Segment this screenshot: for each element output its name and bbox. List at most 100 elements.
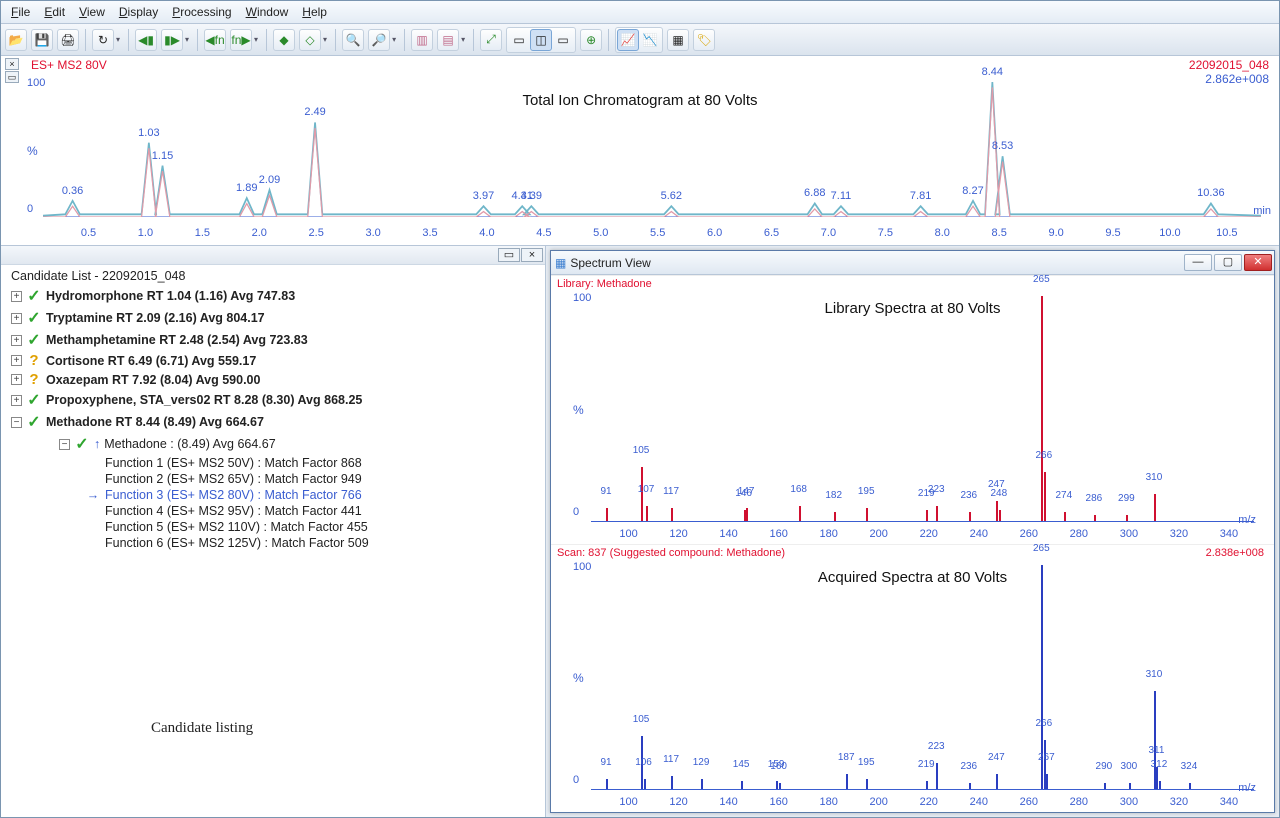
expand-icon[interactable]: + bbox=[11, 374, 22, 385]
chromatogram-panel: × ▭ ES+ MS2 80V 22092015_048 2.862e+008 … bbox=[1, 56, 1279, 246]
mass-peak-label: 311 bbox=[1148, 745, 1164, 756]
x-tick: 320 bbox=[1170, 528, 1188, 540]
function-item[interactable]: Function 4 (ES+ MS2 95V) : Match Factor … bbox=[11, 503, 539, 519]
chart-a-icon[interactable]: 📈 bbox=[617, 29, 639, 51]
candidate-item[interactable]: +✓Tryptamine RT 2.09 (2.16) Avg 804.17 bbox=[11, 307, 539, 329]
candidate-item[interactable]: +?Cortisone RT 6.49 (6.71) Avg 559.17 bbox=[11, 351, 539, 370]
mass-peak-label: 266 bbox=[1035, 718, 1052, 729]
x-tick: 160 bbox=[769, 796, 787, 808]
expand-icon[interactable]: + bbox=[11, 395, 22, 406]
y-tick: 100 bbox=[573, 561, 591, 573]
expand-icon[interactable]: + bbox=[11, 291, 22, 302]
menu-display[interactable]: Display bbox=[113, 3, 164, 21]
dropdown-caret-icon[interactable]: ▾ bbox=[183, 35, 191, 44]
dropdown-caret-icon[interactable]: ▾ bbox=[321, 35, 329, 44]
menu-edit[interactable]: Edit bbox=[38, 3, 71, 21]
menu-view[interactable]: View bbox=[73, 3, 111, 21]
dropdown-caret-icon[interactable]: ▾ bbox=[390, 35, 398, 44]
y-tick: 100 bbox=[573, 292, 591, 304]
dropdown-caret-icon[interactable]: ▾ bbox=[459, 35, 467, 44]
peak-label: 8.53 bbox=[992, 140, 1013, 152]
library-spectrum[interactable]: Library: Methadone Library Spectra at 80… bbox=[551, 275, 1274, 544]
x-tick: 0.5 bbox=[81, 227, 96, 239]
pane-c-icon[interactable]: ▭ bbox=[552, 29, 574, 51]
mass-peak-label: 182 bbox=[825, 490, 842, 501]
pane-a-icon[interactable]: ▭ bbox=[508, 29, 530, 51]
panel-dock-icon[interactable]: ▭ bbox=[498, 248, 520, 262]
peak-label: 7.81 bbox=[910, 190, 931, 202]
print-icon[interactable]: 🖨 bbox=[57, 29, 79, 51]
expand-icon[interactable]: − bbox=[11, 417, 22, 428]
x-tick: 180 bbox=[819, 528, 837, 540]
function-item[interactable]: →Function 3 (ES+ MS2 80V) : Match Factor… bbox=[11, 487, 539, 503]
check-icon: ✓ bbox=[26, 390, 42, 410]
mass-peak bbox=[1044, 472, 1046, 522]
nav-right-icon[interactable]: ▮▶ bbox=[161, 29, 183, 51]
expand-icon[interactable]: − bbox=[59, 439, 70, 450]
peak-a-icon[interactable]: ◆ bbox=[273, 29, 295, 51]
candidate-item[interactable]: +✓Methamphetamine RT 2.48 (2.54) Avg 723… bbox=[11, 329, 539, 351]
tag-icon[interactable]: 🏷 bbox=[693, 29, 715, 51]
pane-b-icon[interactable]: ◫ bbox=[530, 29, 552, 51]
function-item[interactable]: Function 5 (ES+ MS2 110V) : Match Factor… bbox=[11, 519, 539, 535]
mass-peak-label: 312 bbox=[1151, 759, 1168, 770]
expand-icon[interactable]: + bbox=[11, 355, 22, 366]
peak-b-icon[interactable]: ◇ bbox=[299, 29, 321, 51]
save-icon[interactable]: 💾 bbox=[31, 29, 53, 51]
mass-peak bbox=[671, 776, 673, 790]
function-item[interactable]: Function 2 (ES+ MS2 65V) : Match Factor … bbox=[11, 471, 539, 487]
chart-b-icon[interactable]: 📉 bbox=[639, 29, 661, 51]
candidate-tree[interactable]: Candidate List - 22092015_048 +✓Hydromor… bbox=[1, 265, 545, 817]
mass-peak bbox=[646, 506, 648, 522]
check-icon: ✓ bbox=[74, 434, 90, 454]
fn-a-icon[interactable]: ◀fn bbox=[204, 29, 226, 51]
acquired-intensity: 2.838e+008 bbox=[1206, 547, 1264, 559]
menu-processing[interactable]: Processing bbox=[166, 3, 237, 21]
menu-help[interactable]: Help bbox=[296, 3, 333, 21]
panel-close-icon[interactable]: × bbox=[5, 58, 19, 70]
find-icon[interactable]: 🔍 bbox=[342, 29, 364, 51]
fn-b-icon[interactable]: fn▶ bbox=[230, 29, 252, 51]
library-b-icon[interactable]: ▤ bbox=[437, 29, 459, 51]
library-icon[interactable]: ▥ bbox=[411, 29, 433, 51]
maximize-button[interactable]: ▢ bbox=[1214, 254, 1242, 271]
spectrum-window: ▦ Spectrum View — ▢ ✕ Library: Methadone… bbox=[550, 250, 1275, 813]
mass-peak-label: 160 bbox=[770, 761, 787, 772]
panel-dock-icon[interactable]: ▭ bbox=[5, 71, 19, 83]
candidate-item[interactable]: +✓Propoxyphene, STA_vers02 RT 8.28 (8.30… bbox=[11, 389, 539, 411]
x-tick: 10.0 bbox=[1159, 227, 1180, 239]
separator bbox=[128, 29, 129, 51]
x-tick: 5.0 bbox=[593, 227, 608, 239]
candidate-item[interactable]: +?Oxazepam RT 7.92 (8.04) Avg 590.00 bbox=[11, 370, 539, 389]
candidate-label: Hydromorphone RT 1.04 (1.16) Avg 747.83 bbox=[46, 289, 295, 303]
candidate-item[interactable]: −✓Methadone RT 8.44 (8.49) Avg 664.67 bbox=[11, 411, 539, 433]
x-tick: 7.0 bbox=[821, 227, 836, 239]
dropdown-caret-icon[interactable]: ▾ bbox=[114, 35, 122, 44]
candidate-sub-item[interactable]: −✓↑Methadone : (8.49) Avg 664.67 bbox=[11, 433, 539, 455]
table-icon[interactable]: ▦ bbox=[667, 29, 689, 51]
nav-left-icon[interactable]: ◀▮ bbox=[135, 29, 157, 51]
expand-icon[interactable]: + bbox=[11, 313, 22, 324]
chrom-plot[interactable]: 0.361.031.151.892.092.493.974.314.395.62… bbox=[43, 82, 1261, 217]
add-pane-icon[interactable]: ⊕ bbox=[580, 29, 602, 51]
open-icon[interactable]: 📂 bbox=[5, 29, 27, 51]
function-item[interactable]: Function 1 (ES+ MS2 50V) : Match Factor … bbox=[11, 455, 539, 471]
find-b-icon[interactable]: 🔎 bbox=[368, 29, 390, 51]
candidate-list-title: Candidate List - 22092015_048 bbox=[11, 269, 539, 285]
menu-file[interactable]: FFileile bbox=[5, 3, 36, 21]
refresh-icon[interactable]: ↻ bbox=[92, 29, 114, 51]
expand-icon[interactable]: + bbox=[11, 335, 22, 346]
function-item[interactable]: Function 6 (ES+ MS2 125V) : Match Factor… bbox=[11, 535, 539, 551]
candidate-item[interactable]: +✓Hydromorphone RT 1.04 (1.16) Avg 747.8… bbox=[11, 285, 539, 307]
y-tick: 0 bbox=[27, 203, 33, 215]
menu-window[interactable]: Window bbox=[240, 3, 295, 21]
peak-label: 8.44 bbox=[982, 66, 1003, 78]
acquired-spectrum[interactable]: Scan: 837 (Suggested compound: Methadone… bbox=[551, 544, 1274, 813]
minimize-button[interactable]: — bbox=[1184, 254, 1212, 271]
panel-close-icon[interactable]: × bbox=[521, 248, 543, 262]
fit-icon[interactable]: ⤢ bbox=[480, 29, 502, 51]
y-tick: 0 bbox=[573, 774, 579, 786]
dropdown-caret-icon[interactable]: ▾ bbox=[252, 35, 260, 44]
chrom-xaxis: 0.51.01.52.02.53.03.54.04.55.05.56.06.57… bbox=[43, 219, 1261, 239]
close-button[interactable]: ✕ bbox=[1244, 254, 1272, 271]
